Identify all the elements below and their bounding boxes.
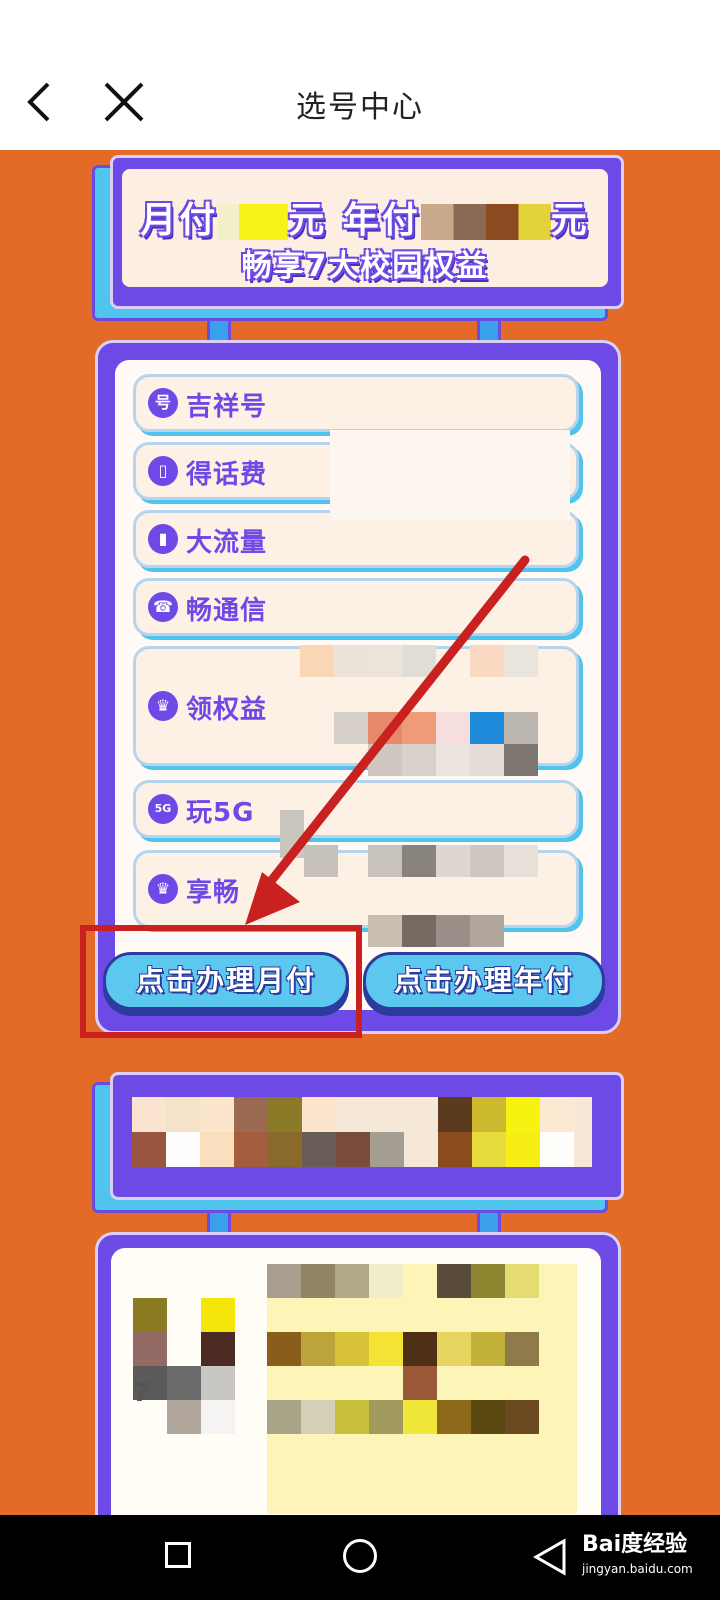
second-card-text: 7	[133, 1378, 152, 1408]
home-icon[interactable]	[343, 1539, 377, 1573]
second-card: 7 点击办理月付 点击办理年付	[95, 1232, 625, 1515]
watermark-logo: Bai度经验 jingyan.baidu.com	[582, 1533, 693, 1581]
watermark-text: Bai度经验	[582, 1532, 688, 1557]
top-app-bar: 选号中心	[0, 0, 720, 150]
page-content[interactable]: 月付元 年付元 畅享7大校园权益 号 吉祥号 ▯ 得话费 ▮ 大流量 ☎ 畅通信…	[0, 150, 720, 1515]
annotation-arrow-icon	[245, 555, 530, 925]
system-nav-bar: Bai度经验 jingyan.baidu.com	[0, 1515, 720, 1600]
watermark-subtext: jingyan.baidu.com	[582, 1562, 693, 1576]
blurred-content	[132, 1097, 592, 1167]
page-title: 选号中心	[296, 90, 424, 125]
second-banner	[92, 1072, 624, 1213]
recent-apps-icon[interactable]	[165, 1542, 191, 1568]
blurred-content	[133, 1264, 577, 1514]
back-triangle-icon[interactable]	[530, 1537, 570, 1577]
